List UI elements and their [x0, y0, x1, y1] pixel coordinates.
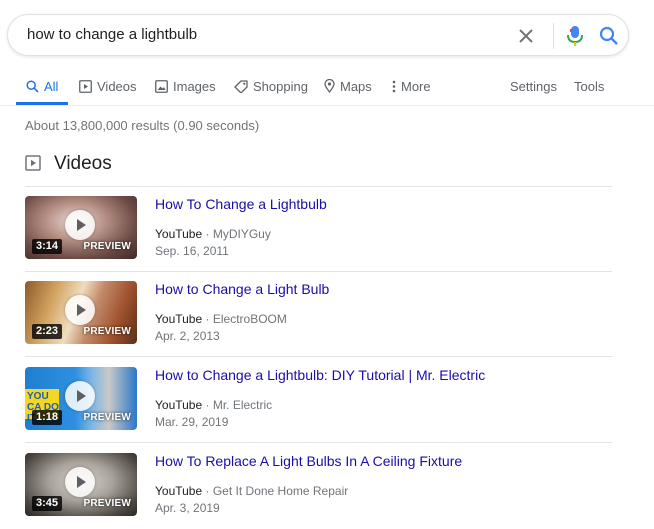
tabs-divider [0, 105, 654, 106]
more-vert-icon [392, 80, 396, 92]
tab-images[interactable]: Images [155, 77, 216, 95]
play-icon [65, 381, 95, 411]
tab-more[interactable]: More [392, 77, 431, 95]
preview-label: PREVIEW [83, 241, 131, 252]
play-icon [65, 467, 95, 497]
video-result[interactable]: 3:45 PREVIEW How To Replace A Light Bulb… [25, 443, 612, 529]
search-tabs: All Videos Images Shopping Maps More Set… [0, 72, 654, 106]
map-pin-icon [324, 79, 335, 93]
tab-label: All [44, 78, 59, 94]
play-icon [65, 210, 95, 240]
tab-all[interactable]: All [26, 77, 58, 95]
section-heading: Videos [54, 153, 112, 174]
preview-label: PREVIEW [83, 412, 131, 423]
tab-label: Videos [97, 78, 137, 94]
tab-label: Maps [340, 78, 372, 94]
meta-separator: · [205, 227, 213, 241]
video-channel: ElectroBOOM [212, 312, 287, 326]
video-meta: YouTube · MyDIYGuy [155, 227, 271, 241]
microphone-icon[interactable] [566, 25, 584, 47]
video-duration: 2:23 [32, 324, 63, 339]
video-date: Apr. 3, 2019 [155, 501, 220, 515]
video-channel: Mr. Electric [212, 398, 273, 412]
tab-videos[interactable]: Videos [79, 77, 137, 95]
video-date: Mar. 29, 2019 [155, 415, 229, 429]
video-duration: 1:18 [32, 410, 63, 425]
video-icon [79, 79, 92, 93]
video-source: YouTube [155, 398, 203, 412]
video-date: Sep. 16, 2011 [155, 244, 229, 258]
meta-separator: · [205, 312, 213, 326]
video-meta: YouTube · ElectroBOOM [155, 312, 287, 326]
image-icon [155, 79, 168, 93]
tools-link[interactable]: Tools [574, 77, 604, 95]
video-result[interactable]: 3:14 PREVIEW How To Change a Lightbulb Y… [25, 186, 612, 272]
tab-label: More [401, 78, 431, 94]
video-meta: YouTube · Mr. Electric [155, 398, 272, 412]
meta-separator: · [205, 484, 213, 498]
preview-label: PREVIEW [83, 498, 131, 509]
search-input[interactable]: how to change a lightbulb [27, 26, 487, 43]
tag-icon [234, 79, 248, 93]
video-thumbnail[interactable]: 3:14 PREVIEW [25, 196, 137, 259]
video-thumbnail[interactable]: 3:45 PREVIEW [25, 453, 137, 516]
video-source: YouTube [155, 312, 203, 326]
tab-label: Shopping [253, 78, 308, 94]
tab-maps[interactable]: Maps [324, 77, 372, 95]
tab-shopping[interactable]: Shopping [234, 77, 308, 95]
search-divider [553, 23, 554, 49]
preview-label: PREVIEW [83, 326, 131, 337]
tab-label: Images [173, 78, 216, 94]
video-date: Apr. 2, 2013 [155, 329, 220, 343]
video-channel: Get It Done Home Repair [212, 484, 349, 498]
video-title-link[interactable]: How To Replace A Light Bulbs In A Ceilin… [155, 453, 462, 469]
video-source: YouTube [155, 484, 203, 498]
video-icon [25, 155, 41, 171]
video-channel: MyDIYGuy [212, 227, 271, 241]
video-source: YouTube [155, 227, 203, 241]
video-title-link[interactable]: How to Change a Lightbulb: DIY Tutorial … [155, 367, 485, 383]
video-result[interactable]: YOU CA DO IT! 1:18 PREVIEW How to Change… [25, 357, 612, 443]
video-thumbnail[interactable]: 2:23 PREVIEW [25, 281, 137, 344]
video-duration: 3:45 [32, 496, 63, 511]
video-meta: YouTube · Get It Done Home Repair [155, 484, 348, 498]
play-icon [65, 295, 95, 325]
search-icon[interactable] [599, 26, 619, 46]
video-title-link[interactable]: How to Change a Light Bulb [155, 281, 329, 297]
video-thumbnail[interactable]: YOU CA DO IT! 1:18 PREVIEW [25, 367, 137, 430]
close-icon[interactable] [516, 26, 536, 46]
video-duration: 3:14 [32, 239, 63, 254]
search-box[interactable]: how to change a lightbulb [7, 14, 629, 56]
video-title-link[interactable]: How To Change a Lightbulb [155, 196, 327, 212]
settings-link[interactable]: Settings [510, 77, 557, 95]
result-stats: About 13,800,000 results (0.90 seconds) [25, 118, 260, 133]
search-icon [26, 79, 39, 93]
meta-separator: · [205, 398, 213, 412]
video-result[interactable]: 2:23 PREVIEW How to Change a Light Bulb … [25, 271, 612, 357]
